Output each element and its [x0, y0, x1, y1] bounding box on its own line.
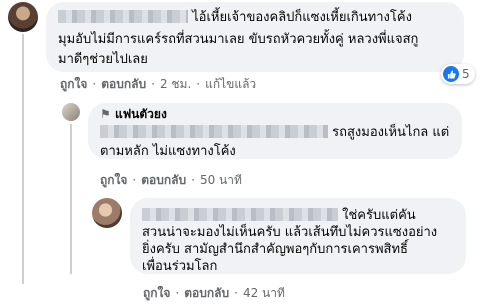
comment-text: ไอ้เหี้ยเจ้าของคลิปก็แซงเหี้ยเกินทางโค้ง [192, 10, 412, 25]
edited-label: แก้ไขแล้ว [205, 77, 257, 91]
avatar[interactable] [62, 103, 80, 121]
timestamp[interactable]: 42 นาที [243, 286, 285, 300]
comment-actions: ถูกใจ · ตอบกลับ · 42 นาที [143, 286, 285, 300]
comment-line: ใช่ครับแต่คัน [142, 207, 416, 224]
comment-text: ยิ่งครับ สามัญสำนึกสำคัญพอๆกับการเคารพสิ… [142, 242, 408, 257]
comment-text: ตามหลัก ไม่แซงทางโค้ง [100, 144, 236, 159]
comment-text: สวนน่าจะมองไม่เห็นครับ แล้วเส้นทึบไม่ควร… [142, 225, 438, 240]
like-link[interactable]: ถูกใจ [143, 286, 170, 300]
timestamp[interactable]: 50 นาที [200, 173, 242, 187]
comment-actions: ถูกใจ · ตอบกลับ · 2 ชม. · แก้ไขแล้ว [60, 77, 257, 91]
fan-badge: ⚑ แฟนตัวยง [100, 106, 167, 122]
timestamp[interactable]: 2 ชม. [160, 77, 191, 91]
fan-badge-icon: ⚑ [100, 107, 111, 121]
redacted-name [142, 208, 338, 221]
like-icon [443, 66, 459, 82]
avatar[interactable] [92, 198, 122, 228]
reaction-count[interactable]: 5 [441, 64, 475, 84]
like-link[interactable]: ถูกใจ [100, 173, 127, 187]
comment-text: ใช่ครับแต่คัน [342, 208, 416, 223]
reply-link[interactable]: ตอบกลับ [101, 77, 146, 91]
redacted-name [100, 125, 328, 138]
reply-link[interactable]: ตอบกลับ [184, 286, 229, 300]
reaction-number: 5 [462, 67, 470, 81]
comment-line: รถสูงมองเห็นไกล แต่ [100, 124, 449, 141]
comment-text: มาดีๆช่วยไปเลย [58, 52, 148, 67]
avatar[interactable] [8, 2, 38, 32]
redacted-name [58, 10, 188, 23]
comment-text: มุมอับไม่มีการแคร์รถที่สวนมาเลย ขับรถหัว… [58, 32, 419, 47]
comment-line: ไอ้เหี้ยเจ้าของคลิปก็แซงเหี้ยเกินทางโค้ง [58, 9, 412, 26]
thread-line [22, 34, 24, 284]
fan-badge-label: แฟนตัวยง [114, 107, 167, 121]
comment-text: รถสูงมองเห็นไกล แต่ [332, 125, 450, 140]
comment-actions: ถูกใจ · ตอบกลับ · 50 นาที [100, 173, 242, 187]
thread-line [70, 124, 72, 274]
like-link[interactable]: ถูกใจ [60, 77, 87, 91]
reply-link[interactable]: ตอบกลับ [141, 173, 186, 187]
comment-text: เพื่อนร่วมโลก [142, 259, 218, 274]
